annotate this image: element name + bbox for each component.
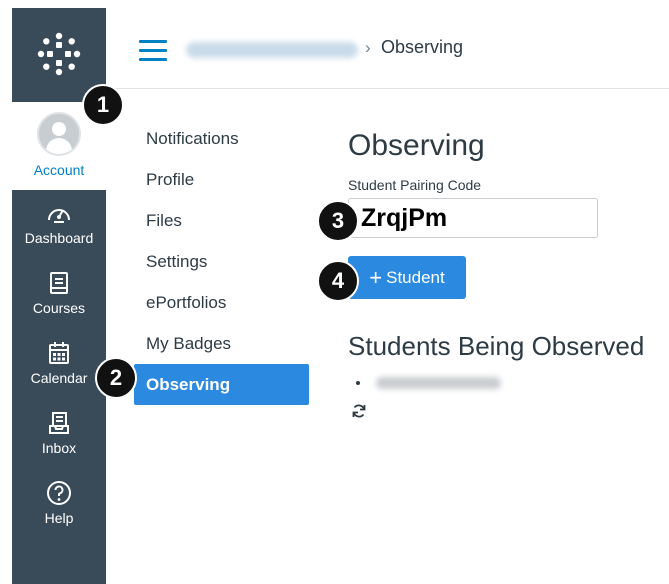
list-bullet — [356, 381, 360, 385]
nav-inbox[interactable]: Inbox — [12, 404, 106, 474]
breadcrumb-current: Observing — [381, 37, 464, 57]
callout-3: 3 — [317, 200, 359, 242]
breadcrumb-user-link[interactable] — [186, 42, 358, 58]
calendar-icon — [46, 340, 72, 366]
nav-calendar-label: Calendar — [30, 370, 88, 386]
nav-dashboard-label: Dashboard — [24, 230, 94, 246]
pairing-code-input[interactable]: ZrqjPm — [348, 198, 598, 238]
page-header: › Observing — [106, 8, 669, 89]
nav-account-label: Account — [33, 162, 85, 178]
avatar — [37, 112, 81, 156]
help-icon — [46, 480, 72, 506]
nav-help-label: Help — [44, 510, 74, 526]
breadcrumb-separator: › — [365, 38, 371, 57]
subnav-item-files[interactable]: Files — [134, 200, 314, 241]
subnav-item-notifications[interactable]: Notifications — [134, 118, 314, 159]
add-student-label: Student — [386, 267, 445, 287]
dashboard-icon — [46, 200, 72, 226]
subnav-item-observing[interactable]: Observing — [134, 364, 309, 405]
callout-2: 2 — [95, 357, 137, 399]
canvas-logo-icon — [37, 32, 81, 76]
list-item — [348, 377, 669, 389]
observed-students-heading: Students Being Observed — [348, 331, 645, 361]
observed-student-name — [376, 377, 501, 389]
inbox-icon — [46, 410, 72, 436]
courses-icon — [46, 270, 72, 296]
callout-1: 1 — [82, 84, 124, 126]
callout-4: 4 — [317, 260, 359, 302]
nav-courses[interactable]: Courses — [12, 264, 106, 334]
nav-calendar[interactable]: Calendar — [12, 334, 106, 404]
pairing-code-label: Student Pairing Code — [348, 177, 482, 193]
account-subnav: Notifications Profile Files Settings ePo… — [134, 118, 314, 405]
frame-edge — [0, 0, 12, 584]
nav-inbox-label: Inbox — [41, 440, 77, 456]
plus-icon: + — [369, 264, 383, 290]
subnav-item-profile[interactable]: Profile — [134, 159, 314, 200]
nav-courses-label: Courses — [32, 300, 86, 316]
page-title: Observing — [348, 129, 485, 162]
subnav-item-my-badges[interactable]: My Badges — [134, 323, 314, 364]
nav-dashboard[interactable]: Dashboard — [12, 194, 106, 264]
subnav-item-settings[interactable]: Settings — [134, 241, 314, 282]
add-student-button[interactable]: + Student — [348, 256, 466, 299]
subnav-item-eportfolios[interactable]: ePortfolios — [134, 282, 314, 323]
refresh-icon[interactable] — [351, 403, 367, 419]
hamburger-menu-icon[interactable] — [139, 40, 167, 62]
nav-help[interactable]: Help — [12, 474, 106, 544]
main-content: Observing Student Pairing Code ZrqjPm + … — [348, 125, 669, 419]
